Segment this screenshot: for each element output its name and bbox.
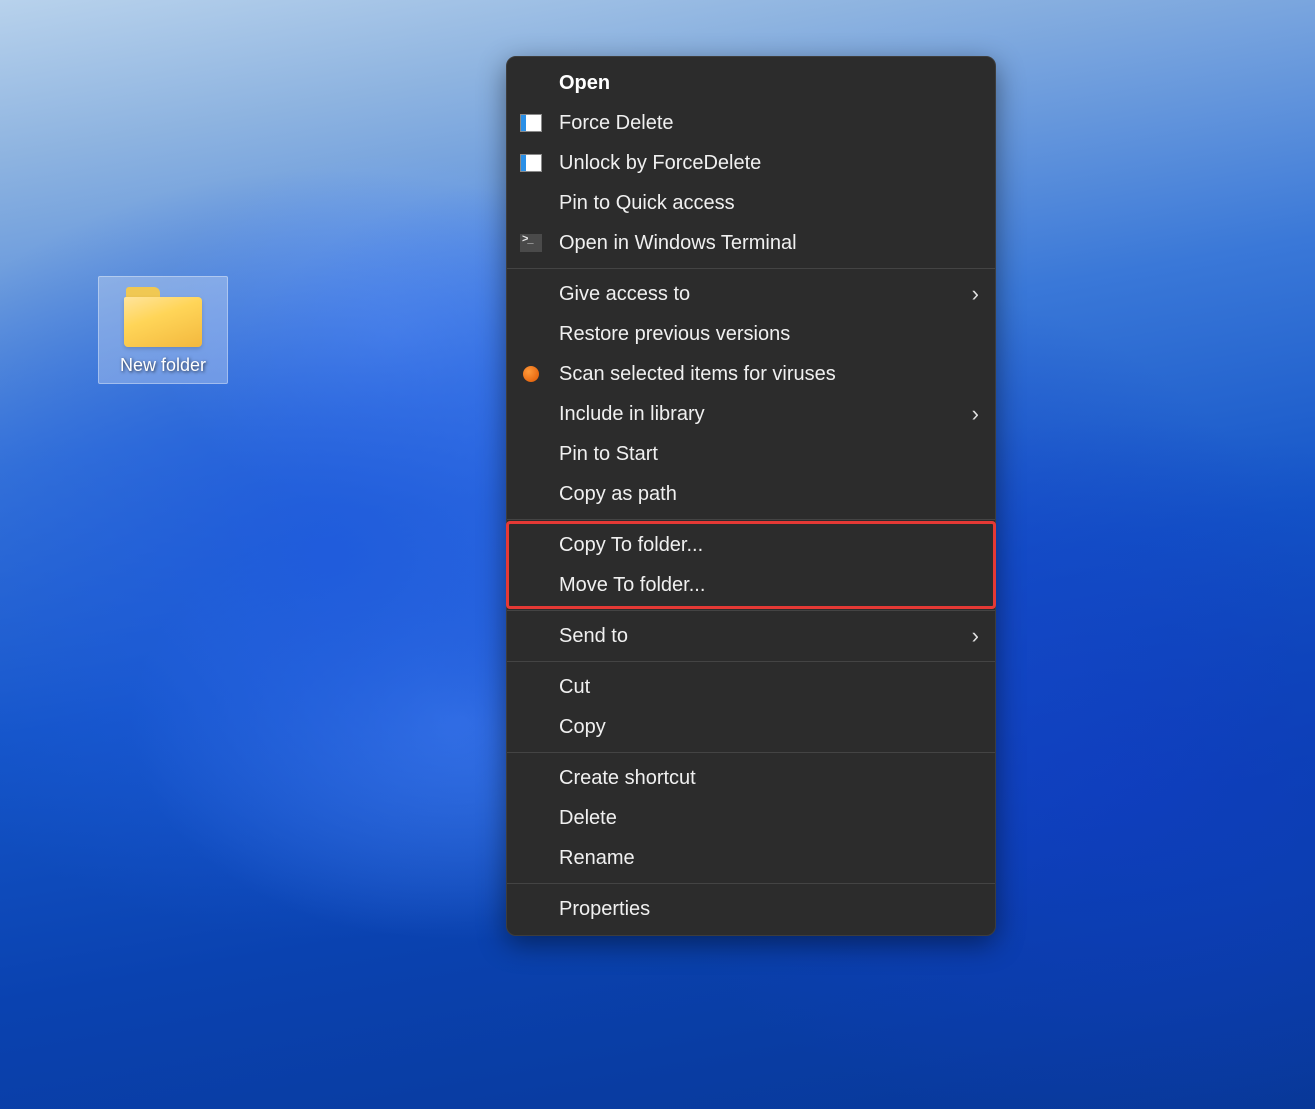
menu-item-properties[interactable]: Properties: [507, 889, 995, 929]
chevron-right-icon: ›: [972, 401, 979, 427]
context-menu: Open Force Delete Unlock by ForceDelete Pin…: [506, 56, 996, 936]
desktop-folder-item[interactable]: New folder: [98, 276, 228, 384]
blank-icon: [517, 402, 545, 426]
menu-separator: [507, 661, 995, 662]
menu-item-open-in-windows-terminal[interactable]: Open in Windows Terminal: [507, 223, 995, 263]
blank-icon: [517, 191, 545, 215]
menu-item-label: Delete: [559, 807, 979, 830]
menu-item-label: Copy as path: [559, 483, 979, 506]
menu-item-label: Pin to Quick access: [559, 192, 979, 215]
blank-icon: [517, 766, 545, 790]
menu-item-scan-selected-items-for-viruses[interactable]: Scan selected items for viruses: [507, 354, 995, 394]
menu-item-label: Give access to: [559, 283, 972, 306]
blank-icon: [517, 322, 545, 346]
blank-icon: [517, 573, 545, 597]
menu-separator: [507, 268, 995, 269]
menu-item-copy-as-path[interactable]: Copy as path: [507, 474, 995, 514]
blank-icon: [517, 897, 545, 921]
menu-item-label: Copy: [559, 716, 979, 739]
blank-icon: [517, 482, 545, 506]
desktop-folder-label: New folder: [103, 355, 223, 377]
blank-icon: [517, 71, 545, 95]
blank-icon: [517, 846, 545, 870]
menu-item-label: Open: [559, 72, 979, 95]
blank-icon: [517, 675, 545, 699]
terminal-icon: [517, 231, 545, 255]
menu-separator: [507, 883, 995, 884]
menu-item-label: Cut: [559, 676, 979, 699]
menu-item-pin-to-start[interactable]: Pin to Start: [507, 434, 995, 474]
menu-item-label: Unlock by ForceDelete: [559, 152, 979, 175]
menu-item-label: Scan selected items for viruses: [559, 363, 979, 386]
menu-item-send-to[interactable]: Send to›: [507, 616, 995, 656]
menu-item-label: Copy To folder...: [559, 534, 979, 557]
menu-separator: [507, 519, 995, 520]
menu-item-label: Include in library: [559, 403, 972, 426]
menu-item-delete[interactable]: Delete: [507, 798, 995, 838]
menu-item-label: Move To folder...: [559, 574, 979, 597]
menu-item-cut[interactable]: Cut: [507, 667, 995, 707]
blank-icon: [517, 624, 545, 648]
menu-item-label: Rename: [559, 847, 979, 870]
menu-separator: [507, 752, 995, 753]
menu-item-move-to-folder[interactable]: Move To folder...: [507, 565, 995, 605]
antivirus-icon: [517, 362, 545, 386]
forcedelete-icon: [517, 111, 545, 135]
menu-item-label: Send to: [559, 625, 972, 648]
blank-icon: [517, 442, 545, 466]
menu-item-label: Create shortcut: [559, 767, 979, 790]
menu-item-restore-previous-versions[interactable]: Restore previous versions: [507, 314, 995, 354]
blank-icon: [517, 533, 545, 557]
menu-item-label: Pin to Start: [559, 443, 979, 466]
menu-item-label: Properties: [559, 898, 979, 921]
menu-item-rename[interactable]: Rename: [507, 838, 995, 878]
menu-item-include-in-library[interactable]: Include in library›: [507, 394, 995, 434]
blank-icon: [517, 715, 545, 739]
menu-item-open[interactable]: Open: [507, 63, 995, 103]
chevron-right-icon: ›: [972, 281, 979, 307]
menu-item-copy[interactable]: Copy: [507, 707, 995, 747]
menu-item-pin-to-quick-access[interactable]: Pin to Quick access: [507, 183, 995, 223]
menu-item-create-shortcut[interactable]: Create shortcut: [507, 758, 995, 798]
folder-icon: [124, 287, 202, 347]
menu-item-label: Force Delete: [559, 112, 979, 135]
forcedelete-icon: [517, 151, 545, 175]
menu-item-label: Open in Windows Terminal: [559, 232, 979, 255]
blank-icon: [517, 806, 545, 830]
chevron-right-icon: ›: [972, 623, 979, 649]
menu-item-unlock-by-forcedelete[interactable]: Unlock by ForceDelete: [507, 143, 995, 183]
menu-separator: [507, 610, 995, 611]
menu-item-label: Restore previous versions: [559, 323, 979, 346]
menu-item-copy-to-folder[interactable]: Copy To folder...: [507, 525, 995, 565]
menu-item-force-delete[interactable]: Force Delete: [507, 103, 995, 143]
menu-item-give-access-to[interactable]: Give access to›: [507, 274, 995, 314]
blank-icon: [517, 282, 545, 306]
